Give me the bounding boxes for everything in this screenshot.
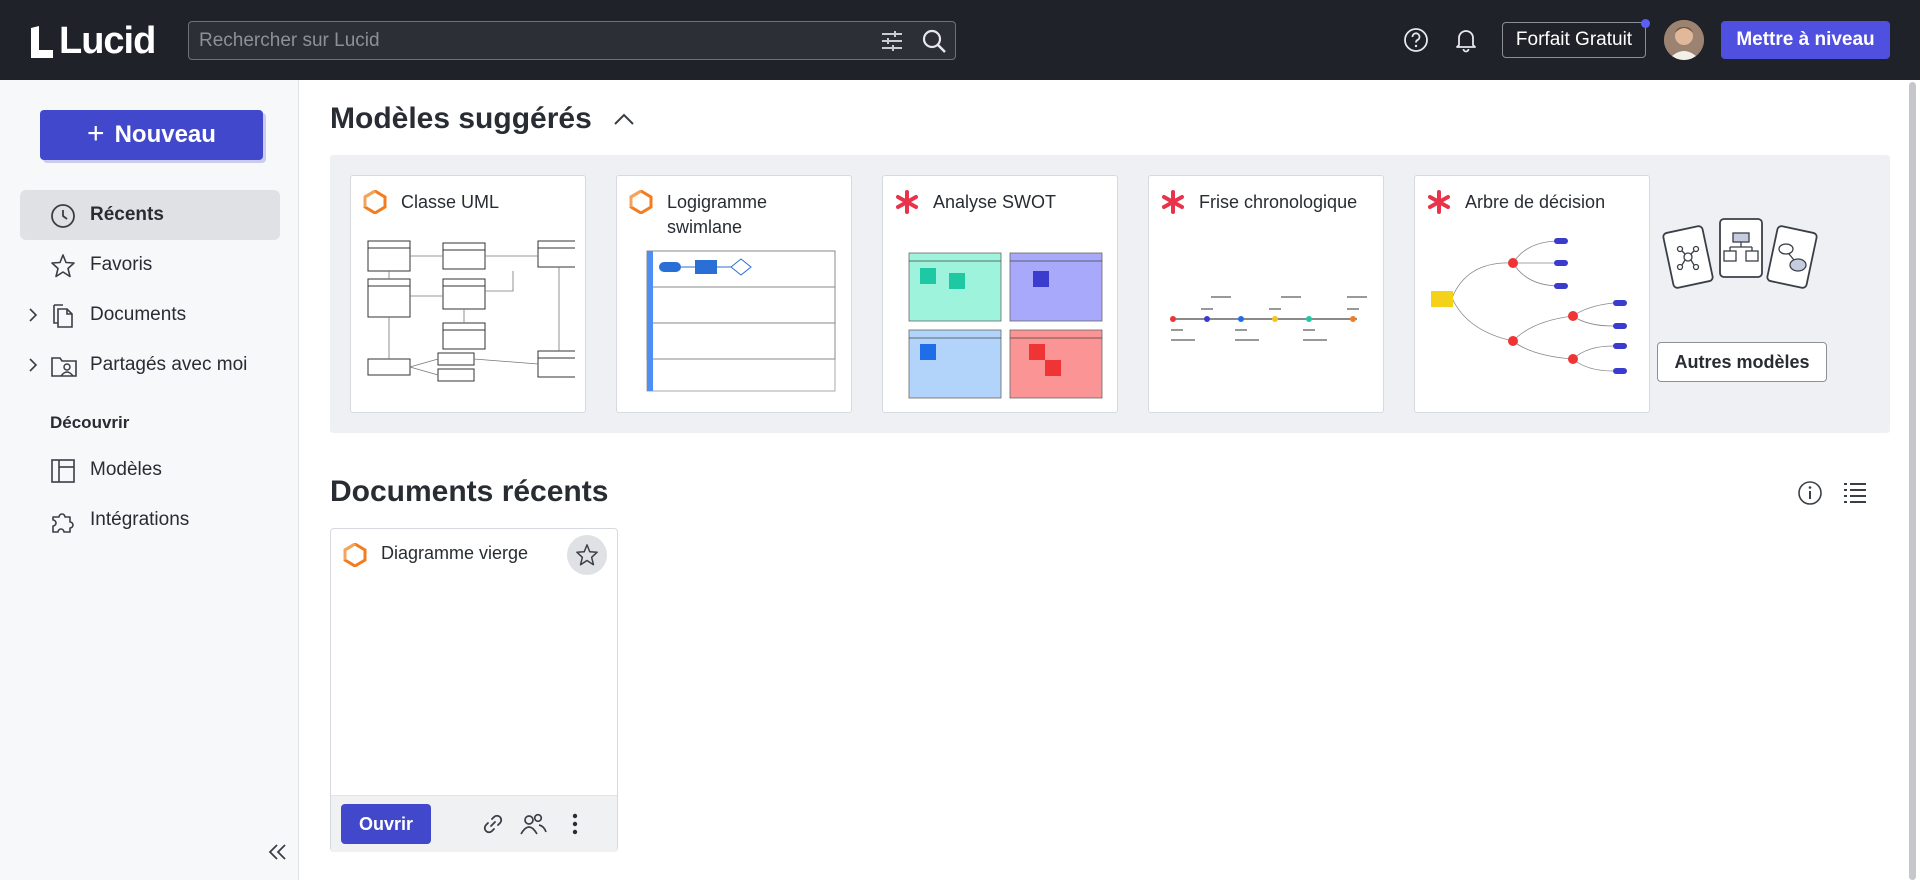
suggested-templates-heading: Modèles suggérés	[330, 102, 592, 135]
discover-label: Découvrir	[50, 413, 130, 432]
search-box[interactable]	[188, 21, 956, 60]
uml-thumbnail	[367, 240, 575, 382]
bell-icon[interactable]	[1451, 25, 1481, 55]
sidebar-item-label: Intégrations	[90, 509, 190, 530]
document-card-footer: Ouvrir	[331, 795, 617, 852]
filter-icon[interactable]	[871, 22, 913, 59]
template-card-uml[interactable]: Classe UML	[350, 175, 586, 413]
lucidspark-icon	[1427, 190, 1451, 214]
sidebar-item-templates[interactable]: Modèles	[20, 445, 280, 495]
clock-icon	[50, 203, 76, 229]
new-button[interactable]: + Nouveau	[40, 110, 263, 160]
plus-icon: +	[87, 116, 105, 150]
lucidchart-icon	[629, 189, 653, 215]
sidebar-item-favorites[interactable]: Favoris	[20, 240, 280, 290]
plan-button[interactable]: Forfait Gratuit	[1502, 22, 1646, 58]
sidebar-item-recents[interactable]: Récents	[20, 190, 280, 240]
template-cards-illustration	[1662, 218, 1818, 289]
template-title: Arbre de décision	[1465, 192, 1606, 212]
lucidspark-icon	[895, 190, 919, 214]
sidebar-item-label: Documents	[90, 304, 187, 325]
more-templates-button[interactable]: Autres modèles	[1657, 342, 1827, 382]
sidebar-item-documents[interactable]: Documents	[20, 290, 280, 340]
sidebar-item-label: Partagés avec moi	[90, 354, 248, 375]
template-card-timeline[interactable]: Frise chronologique	[1148, 175, 1384, 413]
lucid-logo-icon	[31, 25, 53, 58]
link-icon[interactable]	[479, 810, 507, 838]
documents-icon	[50, 303, 76, 329]
sidebar-item-shared[interactable]: Partagés avec moi	[20, 340, 280, 390]
chevron-right-icon[interactable]	[28, 357, 38, 379]
main-content: Modèles suggérés Classe UML Logigramme s…	[300, 80, 1920, 880]
avatar[interactable]	[1664, 20, 1704, 60]
star-icon	[50, 253, 76, 279]
template-card-decision-tree[interactable]: Arbre de décision	[1414, 175, 1650, 413]
template-card-swot[interactable]: Analyse SWOT	[882, 175, 1118, 413]
decision-tree-thumbnail	[1431, 238, 1627, 374]
puzzle-icon	[50, 508, 76, 534]
top-bar: Lucid Fo	[0, 0, 1920, 80]
collapse-sidebar-icon[interactable]	[266, 842, 290, 867]
notification-dot	[1641, 19, 1650, 28]
lucidchart-icon	[343, 542, 367, 572]
document-title: Diagramme vierge	[381, 543, 529, 563]
search-input[interactable]	[189, 22, 871, 59]
upgrade-button[interactable]: Mettre à niveau	[1721, 21, 1890, 59]
chevron-right-icon[interactable]	[28, 307, 38, 329]
templates-icon	[50, 458, 76, 484]
swot-thumbnail	[908, 252, 1103, 399]
sidebar-item-label: Favoris	[90, 254, 153, 275]
template-card-swimlane[interactable]: Logigramme swimlane	[616, 175, 852, 413]
logo-text: Lucid	[59, 20, 156, 62]
template-title: Analyse SWOT	[933, 192, 1057, 212]
search-icon[interactable]	[913, 22, 955, 59]
sidebar-item-label: Modèles	[90, 459, 162, 480]
template-title: Frise chronologique	[1199, 192, 1358, 212]
lucidchart-icon	[363, 189, 387, 215]
sidebar-item-label: Récents	[90, 204, 164, 225]
sidebar: + Nouveau Récents Favoris Documents Part…	[0, 80, 299, 880]
sidebar-item-integrations[interactable]: Intégrations	[20, 495, 280, 545]
swimlane-thumbnail	[646, 250, 836, 392]
recent-documents-heading: Documents récents	[330, 475, 609, 508]
document-card[interactable]: Diagramme vierge Ouvrir	[330, 528, 618, 852]
more-templates-area: Autres modèles	[1650, 175, 1860, 413]
info-icon[interactable]	[1797, 480, 1823, 511]
share-users-icon[interactable]	[519, 810, 547, 838]
open-button[interactable]: Ouvrir	[341, 804, 431, 844]
templates-strip: Classe UML Logigramme swimlane Analyse S…	[330, 155, 1890, 433]
more-options-icon[interactable]	[561, 810, 589, 838]
chevron-up-icon[interactable]	[612, 110, 636, 133]
favorite-star-icon[interactable]	[567, 535, 607, 575]
timeline-thumbnail	[1170, 296, 1367, 341]
lucidspark-icon	[1161, 190, 1185, 214]
template-title: Classe UML	[401, 192, 500, 212]
new-button-label: Nouveau	[114, 121, 216, 148]
shared-folder-icon	[50, 353, 77, 379]
help-icon[interactable]	[1401, 25, 1431, 55]
lucid-logo[interactable]: Lucid	[29, 20, 156, 63]
scrollbar[interactable]	[1909, 82, 1916, 880]
list-view-icon[interactable]	[1842, 480, 1868, 511]
